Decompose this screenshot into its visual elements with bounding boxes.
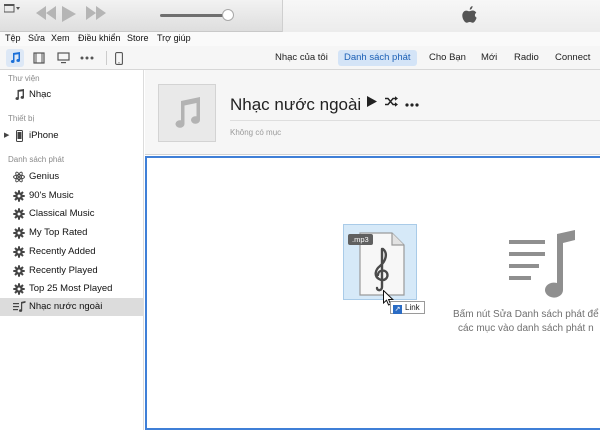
dragged-file-preview: .mp3 [343,224,417,300]
play-icon[interactable] [367,95,385,110]
smart-playlist-gear-icon [12,282,26,296]
sidebar-item-music[interactable]: Nhạc [0,86,143,104]
tab-connect[interactable]: Connect [549,50,596,66]
sidebar-item-classical-music[interactable]: Classical Music [0,205,143,223]
sidebar-item-label: My Top Rated [29,227,88,238]
tab-radio[interactable]: Radio [508,50,545,66]
sidebar-item-label: 90's Music [29,190,74,201]
file-extension-badge: .mp3 [348,234,373,245]
playlist-icon [12,300,26,314]
sidebar-item-label: Top 25 Most Played [29,283,113,294]
play-icon[interactable] [62,6,76,25]
sidebar: Thư viện Nhạc Thiết bị ▶ iPhone Danh sác… [0,70,144,430]
iphone-device-icon[interactable] [110,49,128,67]
empty-message-line-1: Bấm nút Sửa Danh sách phát để [453,309,599,320]
iphone-icon [12,129,26,143]
playlist-title[interactable]: Nhạc nước ngoài [230,95,361,115]
genius-atom-icon [12,170,26,184]
header-divider [230,120,600,121]
toolbar: Nhạc của tôi Danh sách phát Cho Bạn Mới … [0,46,600,70]
music-note-artwork-icon [175,97,200,128]
sidebar-item-90s-music[interactable]: 90's Music [0,187,143,205]
tv-media-icon[interactable] [54,49,72,67]
shortcut-arrow-icon: ↗ [393,305,402,314]
drag-link-tooltip: ↗ Link [390,301,425,314]
music-media-icon[interactable] [6,49,24,67]
sidebar-item-nhac-nuoc-ngoai[interactable]: Nhạc nước ngoài [0,298,143,316]
volume-slider[interactable] [160,14,230,17]
tab-my-music[interactable]: Nhạc của tôi [269,50,334,66]
smart-playlist-gear-icon [12,245,26,259]
menu-edit[interactable]: Sửa [28,33,45,43]
sidebar-item-genius[interactable]: Genius [0,168,143,186]
more-options-icon[interactable] [405,95,419,110]
disclosure-triangle-icon[interactable]: ▶ [4,131,9,139]
menu-file[interactable]: Tệp [5,33,21,43]
menu-bar: Tệp Sửa Xem Điều khiển Store Trợ giúp [0,32,600,46]
apple-logo-icon [460,5,478,27]
music-note-icon [12,88,26,102]
sidebar-item-label: Nhạc nước ngoài [29,301,103,312]
playlist-actions [367,95,419,110]
playlist-artwork[interactable] [158,84,216,142]
rewind-icon[interactable] [36,6,56,23]
sidebar-item-label: Genius [29,171,60,182]
sidebar-item-label: Nhạc [29,89,52,100]
tooltip-label: Link [405,303,420,312]
menu-controls[interactable]: Điều khiển [78,33,121,43]
section-title-devices: Thiết bị [8,114,35,123]
sidebar-item-label: Recently Added [29,246,96,257]
section-title-playlists: Danh sách phát [8,155,65,164]
tab-for-you[interactable]: Cho Bạn [423,50,472,66]
playlist-drop-area[interactable]: Bấm nút Sửa Danh sách phát để các mục và… [145,156,600,430]
menu-view[interactable]: Xem [51,33,70,43]
smart-playlist-gear-icon [12,264,26,278]
more-dots-icon[interactable] [78,49,96,67]
menu-store[interactable]: Store [127,33,149,43]
smart-playlist-gear-icon [12,207,26,221]
smart-playlist-gear-icon [12,226,26,240]
playlist-header: Nhạc nước ngoài Không có mục [145,70,600,155]
empty-playlist-message: Bấm nút Sửa Danh sách phát để các mục và… [453,308,599,336]
sidebar-item-label: iPhone [29,130,59,141]
sidebar-item-recently-added[interactable]: Recently Added [0,243,143,261]
playlist-subtitle: Không có mục [230,128,282,137]
movies-media-icon[interactable] [30,49,48,67]
empty-message-line-2: các mục vào danh sách phát n [458,323,594,334]
shuffle-icon[interactable] [384,95,406,110]
volume-knob[interactable] [222,9,234,21]
smart-playlist-gear-icon [12,189,26,203]
section-title-library: Thư viện [8,74,40,83]
tab-playlists[interactable]: Danh sách phát [338,50,417,66]
toolbar-divider [106,51,107,65]
menu-help[interactable]: Trợ giúp [157,33,191,43]
player-bar [0,0,600,32]
sidebar-item-my-top-rated[interactable]: My Top Rated [0,224,143,242]
sidebar-item-label: Recently Played [29,265,98,276]
fast-forward-icon[interactable] [86,6,106,23]
sidebar-item-recently-played[interactable]: Recently Played [0,262,143,280]
sidebar-item-iphone[interactable]: ▶ iPhone [0,127,143,145]
window-menu-icon[interactable] [3,3,22,16]
status-display [282,0,600,32]
tab-new[interactable]: Mới [475,50,503,66]
empty-playlist-icon [507,228,583,304]
sidebar-item-label: Classical Music [29,208,95,219]
sidebar-item-top-25-most-played[interactable]: Top 25 Most Played [0,280,143,298]
